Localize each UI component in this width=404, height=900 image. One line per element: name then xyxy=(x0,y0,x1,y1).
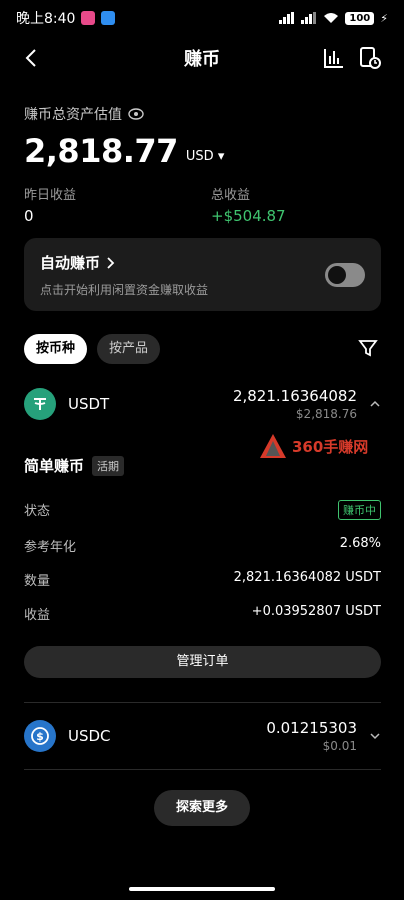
detail-value: 2.68% xyxy=(339,536,381,551)
tab-by-coin[interactable]: 按币种 xyxy=(24,334,88,364)
chevron-up-icon[interactable] xyxy=(369,398,381,410)
auto-earn-card[interactable]: 自动赚币 点击开始利用闲置资金赚取收益 xyxy=(24,238,381,311)
detail-row-earnings: 收益 +0.03952807 USDT xyxy=(24,604,381,623)
usdt-logo-icon xyxy=(24,388,56,420)
coin-name: USDT xyxy=(68,395,110,413)
coin-usd-value: $2,818.76 xyxy=(295,407,357,421)
detail-key: 收益 xyxy=(24,608,51,623)
detail-key: 状态 xyxy=(24,504,51,519)
coin-name: USDC xyxy=(68,727,111,745)
divider xyxy=(24,702,381,703)
manage-orders-button[interactable]: 管理订单 xyxy=(24,646,381,678)
watermark-text: 360手赚网 xyxy=(292,437,369,456)
explore-more-button[interactable]: 探索更多 xyxy=(154,790,250,826)
signal-icon xyxy=(279,12,295,24)
filter-icon[interactable] xyxy=(358,338,378,358)
coin-row-usdc[interactable]: $ USDC 0.01215303 $0.01 xyxy=(24,714,381,758)
header: 赚币 xyxy=(0,38,404,78)
coin-usd-value: $0.01 xyxy=(322,739,357,753)
auto-earn-title: 自动赚币 xyxy=(40,254,101,272)
detail-row-status: 状态 赚币中 xyxy=(24,500,381,520)
charging-icon: ⚡ xyxy=(380,11,388,25)
product-tag: 活期 xyxy=(92,455,125,476)
detail-key: 参考年化 xyxy=(24,540,77,555)
total-assets-number: 2,818.77 xyxy=(24,132,178,170)
watermark-logo: 360手赚网 xyxy=(258,432,368,460)
battery-level: 100 xyxy=(345,11,375,25)
status-time: 晚上8:40 xyxy=(16,11,76,27)
detail-key: 数量 xyxy=(24,574,51,589)
total-earnings: 总收益 +$504.87 xyxy=(211,184,286,225)
detail-value: 2,821.16364082 USDT xyxy=(233,570,381,585)
total-assets-label: 赚币总资产估值 xyxy=(24,104,144,124)
yesterday-earnings-label: 昨日收益 xyxy=(24,188,77,203)
app-notification-icon xyxy=(81,11,96,25)
product-title: 简单赚币 xyxy=(24,457,85,475)
chevron-right-icon xyxy=(107,256,115,269)
auto-earn-subtitle: 点击开始利用闲置资金赚取收益 xyxy=(40,283,209,297)
svg-text:$: $ xyxy=(36,730,44,743)
usdc-logo-icon: $ xyxy=(24,720,56,752)
detail-value: +0.03952807 USDT xyxy=(251,604,381,619)
wifi-icon xyxy=(324,13,339,23)
back-arrow-icon[interactable] xyxy=(20,46,44,70)
coin-row-usdt[interactable]: USDT 2,821.16364082 $2,818.76 xyxy=(24,382,381,426)
divider xyxy=(24,769,381,770)
total-assets-label-text: 赚币总资产估值 xyxy=(24,107,122,123)
grouping-tabs: 按币种 按产品 xyxy=(24,334,161,364)
order-history-icon[interactable] xyxy=(358,46,382,70)
coin-amount: 0.01215303 xyxy=(266,719,357,737)
status-bar: 晚上8:40 100 ⚡ xyxy=(0,0,404,36)
watermark-triangle-icon xyxy=(260,434,286,458)
yesterday-earnings-value: 0 xyxy=(24,207,34,225)
total-earnings-label: 总收益 xyxy=(211,188,251,203)
app-notification-icon xyxy=(101,11,116,25)
home-indicator[interactable] xyxy=(129,887,275,891)
yesterday-earnings: 昨日收益 0 xyxy=(24,184,76,225)
total-assets-value: 2,818.77 USD ▾ xyxy=(24,132,224,170)
chart-icon[interactable] xyxy=(322,46,346,70)
tab-by-product[interactable]: 按产品 xyxy=(97,334,161,364)
product-header: 简单赚币 活期 xyxy=(24,455,125,476)
eye-icon[interactable] xyxy=(128,108,144,120)
signal-icon xyxy=(301,12,317,24)
currency-label: USD xyxy=(185,149,214,164)
chevron-down-icon[interactable] xyxy=(369,730,381,742)
auto-earn-toggle[interactable] xyxy=(325,263,365,287)
detail-row-quantity: 数量 2,821.16364082 USDT xyxy=(24,570,381,589)
currency-selector[interactable]: USD ▾ xyxy=(186,149,224,164)
status-badge: 赚币中 xyxy=(338,500,381,520)
coin-amount: 2,821.16364082 xyxy=(232,387,357,405)
total-earnings-value: +$504.87 xyxy=(211,207,286,225)
detail-row-apy: 参考年化 2.68% xyxy=(24,536,381,555)
